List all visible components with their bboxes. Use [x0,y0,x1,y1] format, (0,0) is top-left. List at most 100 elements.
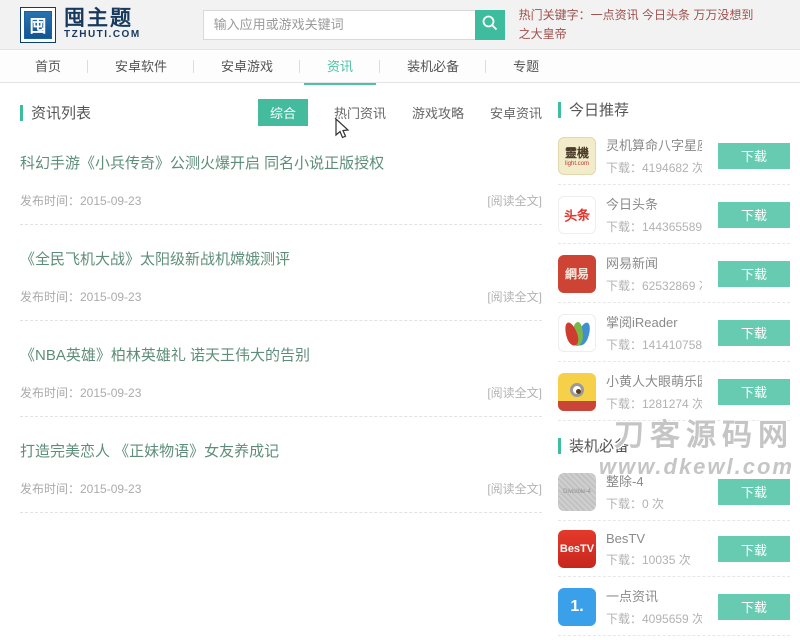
site-logo[interactable]: 囤 囤主题 TZHUTI.COM [20,7,141,43]
read-more-link[interactable]: [阅读全文] [487,384,542,401]
netease-icon-text: 網易 [565,265,589,282]
download-button[interactable]: 下载 [718,320,790,346]
app-name[interactable]: 一点资讯 [606,586,702,605]
app-item-bestv: BesTV BesTV 下载：10035 次 下载 [558,525,790,577]
publish-date: 发布时间：2015-09-23 [20,384,141,401]
app-download-count: 下载：1281274 次 [606,395,702,412]
news-list-title: 资讯列表 [31,102,91,123]
ireader-app-icon [558,314,596,352]
section-accent-bar [558,438,561,454]
article-row: 《NBA英雄》柏林英雄礼 诺天王伟大的告别 发布时间：2015-09-23 [阅… [20,344,542,417]
app-item-yidian: 1. 一点资讯 下载：4095659 次 下载 [558,581,790,636]
article-meta: 发布时间：2015-09-23 [阅读全文] [20,480,542,512]
publish-date: 发布时间：2015-09-23 [20,480,141,497]
app-name[interactable]: 掌阅iReader [606,312,702,331]
toutiao-icon-text: 头条 [563,204,590,225]
main-nav: 首页 安卓软件 安卓游戏 资讯 装机必备 专题 [0,50,800,83]
zhengchu-app-icon: Divisible-4 [558,473,596,511]
app-name[interactable]: 整除-4 [606,471,702,490]
article-title-link[interactable]: 打造完美恋人 《正妹物语》女友养成记 [20,440,542,461]
app-item-netease-news: 網易 网易新闻 下载：62532869 次 下载 [558,248,790,303]
zhengchu-icon-text: Divisible-4 [563,489,591,495]
tab-all[interactable]: 综合 [258,99,308,126]
publish-date: 发布时间：2015-09-23 [20,288,141,305]
download-button[interactable]: 下载 [718,594,790,620]
news-section-header: 资讯列表 综合 热门资讯 游戏攻略 安卓资讯 [20,99,542,126]
read-more-link[interactable]: [阅读全文] [487,192,542,209]
site-domain: TZHUTI.COM [64,30,141,41]
app-download-count: 下载：10035 次 [606,551,702,568]
minion-body-shape [558,401,596,411]
nav-item-essentials[interactable]: 装机必备 [380,50,486,83]
nav-item-home[interactable]: 首页 [8,50,88,83]
tab-game-guides[interactable]: 游戏攻略 [412,103,464,122]
recommend-title: 今日推荐 [569,99,629,120]
article-title-link[interactable]: 《全民飞机大战》太阳级新战机嫦娥测评 [20,248,542,269]
nav-item-android-software[interactable]: 安卓软件 [88,50,194,83]
toutiao-app-icon: 头条 [558,196,596,234]
download-button[interactable]: 下载 [718,479,790,505]
publish-date: 发布时间：2015-09-23 [20,192,141,209]
app-download-count: 下载：144365589 次 [606,218,702,235]
app-item-lingji: 靈機 light.com 灵机算命八字星座解梦风 下载：4194682 次 下载 [558,130,790,185]
minion-app-icon [558,373,596,411]
download-button[interactable]: 下载 [718,143,790,169]
lingji-icon-text: 靈機 [565,144,589,161]
tab-android-news[interactable]: 安卓资讯 [490,103,542,122]
read-more-link[interactable]: [阅读全文] [487,480,542,497]
download-button[interactable]: 下载 [718,202,790,228]
lingji-app-icon: 靈機 light.com [558,137,596,175]
essential-section-header: 装机必备 [558,435,790,456]
nav-item-android-games[interactable]: 安卓游戏 [194,50,300,83]
yidian-icon-text: 1. [570,598,583,616]
bestv-app-icon: BesTV [558,530,596,568]
app-info: 一点资讯 下载：4095659 次 [606,586,702,627]
app-info: 网易新闻 下载：62532869 次 [606,253,702,294]
app-download-count: 下载：4194682 次 [606,159,702,176]
download-button[interactable]: 下载 [718,261,790,287]
app-name[interactable]: 今日头条 [606,194,702,213]
article-title-link[interactable]: 科幻手游《小兵传奇》公测火爆开启 同名小说正版授权 [20,152,542,173]
app-info: 今日头条 下载：144365589 次 [606,194,702,235]
minion-eye-shape [570,383,584,397]
app-name[interactable]: BesTV [606,531,702,546]
app-item-ireader: 掌阅iReader 下载：141410758 次 下载 [558,307,790,362]
download-button[interactable]: 下载 [718,536,790,562]
essential-title: 装机必备 [569,435,629,456]
app-download-count: 下载：141410758 次 [606,336,702,353]
search-input[interactable] [203,10,475,40]
site-title: 囤主题 [64,8,141,30]
app-info: 掌阅iReader 下载：141410758 次 [606,312,702,353]
article-row: 《全民飞机大战》太阳级新战机嫦娥测评 发布时间：2015-09-23 [阅读全文… [20,248,542,321]
article-meta: 发布时间：2015-09-23 [阅读全文] [20,288,542,320]
article-meta: 发布时间：2015-09-23 [阅读全文] [20,192,542,224]
app-info: 小黄人大眼萌乐园 下载：1281274 次 [606,371,702,412]
app-name[interactable]: 灵机算命八字星座解梦风 [606,135,702,154]
app-info: BesTV 下载：10035 次 [606,531,702,568]
app-name[interactable]: 网易新闻 [606,253,702,272]
app-info: 灵机算命八字星座解梦风 下载：4194682 次 [606,135,702,176]
article-title-link[interactable]: 《NBA英雄》柏林英雄礼 诺天王伟大的告别 [20,344,542,365]
netease-app-icon: 網易 [558,255,596,293]
tab-hot-news[interactable]: 热门资讯 [334,103,386,122]
yidian-app-icon: 1. [558,588,596,626]
search-button[interactable] [475,10,505,40]
nav-item-topics[interactable]: 专题 [486,50,566,83]
article-row: 科幻手游《小兵传奇》公测火爆开启 同名小说正版授权 发布时间：2015-09-2… [20,152,542,225]
main-content: 资讯列表 综合 热门资讯 游戏攻略 安卓资讯 科幻手游《小兵传奇》公测火爆开启 … [0,83,800,640]
site-logo-icon: 囤 [20,7,56,43]
section-accent-bar [558,102,561,118]
hot-keywords-label: 热门关键字： [519,8,591,22]
read-more-link[interactable]: [阅读全文] [487,288,542,305]
bestv-icon-text: BesTV [560,543,594,555]
app-name[interactable]: 小黄人大眼萌乐园 [606,371,702,390]
nav-item-news[interactable]: 资讯 [300,50,380,83]
app-item-minions: 小黄人大眼萌乐园 下载：1281274 次 下载 [558,366,790,421]
app-download-count: 下载：4095659 次 [606,610,702,627]
app-item-zhengchu: Divisible-4 整除-4 下载：0 次 下载 [558,466,790,521]
search-icon [481,14,499,35]
news-column: 资讯列表 综合 热门资讯 游戏攻略 安卓资讯 科幻手游《小兵传奇》公测火爆开启 … [20,99,542,640]
download-button[interactable]: 下载 [718,379,790,405]
app-download-count: 下载：62532869 次 [606,277,702,294]
site-logo-text: 囤主题 TZHUTI.COM [64,8,141,41]
